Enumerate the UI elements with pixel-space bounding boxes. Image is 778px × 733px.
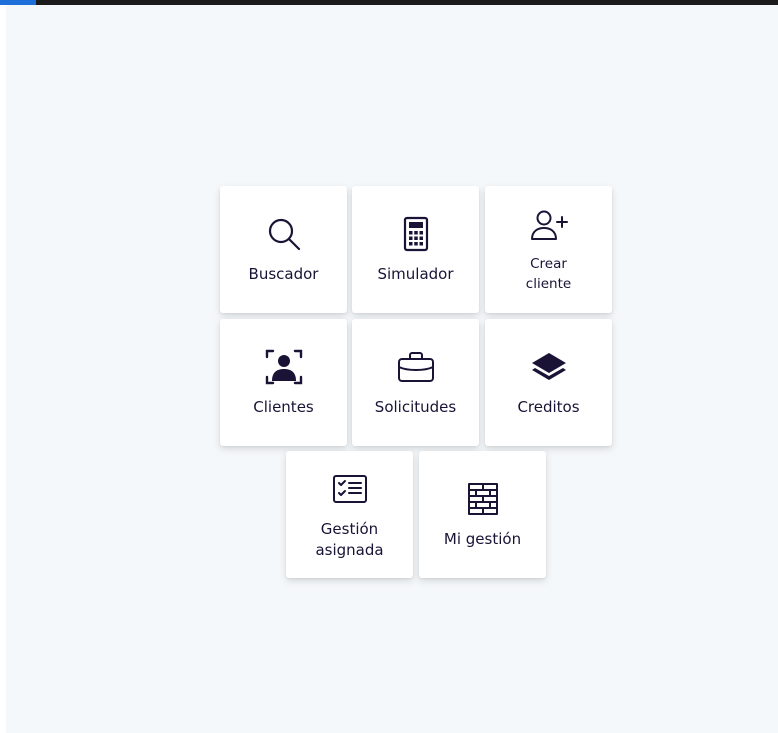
user-focus-icon [264,347,304,387]
dashboard-area: Buscador Simulador Crear cliente Cliente… [6,5,778,733]
tile-creditos[interactable]: Creditos [485,319,612,446]
briefcase-icon [396,347,436,387]
brick-wall-icon [463,479,503,519]
tile-mi-gestion[interactable]: Mi gestión [419,451,546,578]
tile-label: Mi gestión [443,530,522,548]
tile-label: Buscador [248,265,319,283]
search-icon [264,214,304,254]
tile-simulador[interactable]: Simulador [352,186,479,313]
tile-label: Simulador [377,265,454,283]
checklist-icon [330,469,370,509]
layers-icon [529,347,569,387]
tile-gestion-asignada[interactable]: Gestión asignada [286,451,413,578]
tile-crear-cliente[interactable]: Crear cliente [485,186,612,313]
tile-label: Gestión asignada [315,519,384,559]
tile-label: Solicitudes [374,398,457,416]
tile-label: Crear cliente [525,255,572,292]
tile-solicitudes[interactable]: Solicitudes [352,319,479,446]
tile-buscador[interactable]: Buscador [220,186,347,313]
calculator-icon [396,214,436,254]
tile-clientes[interactable]: Clientes [220,319,347,446]
tile-label: Clientes [253,398,314,416]
user-plus-icon [529,206,569,246]
tile-label: Creditos [517,398,580,416]
